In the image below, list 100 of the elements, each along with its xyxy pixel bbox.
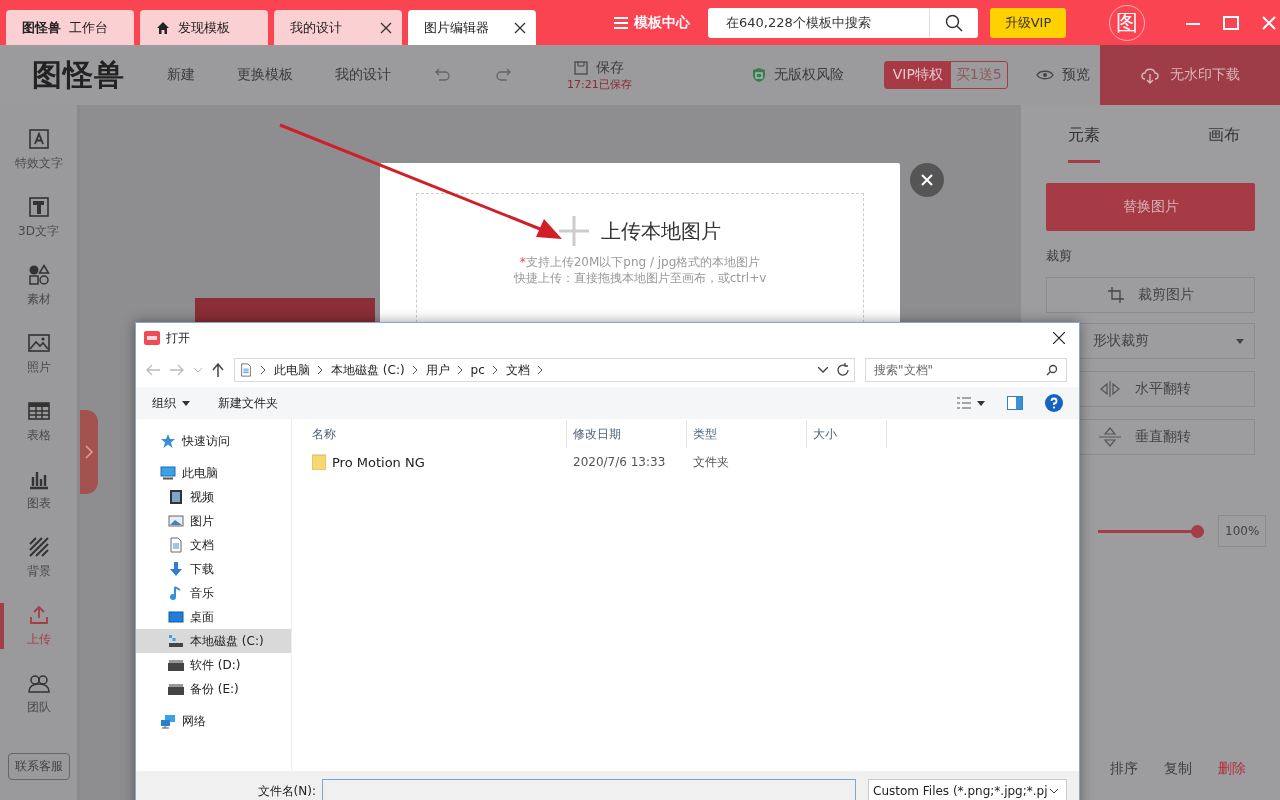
- chevron-down-icon[interactable]: [818, 367, 828, 373]
- folder-tree-item[interactable]: 本地磁盘 (C:): [136, 629, 291, 653]
- folder-tree-item[interactable]: 网络: [136, 709, 291, 733]
- dialog-title: 打开: [166, 329, 191, 347]
- filename-label: 文件名(N):: [256, 783, 317, 800]
- slider-thumb[interactable]: [1191, 524, 1204, 538]
- toolbar-link[interactable]: 我的设计: [335, 66, 391, 84]
- chevron-right-icon: [318, 366, 323, 374]
- close-button[interactable]: [910, 163, 944, 197]
- redo-icon[interactable]: [495, 66, 513, 84]
- folder-tree-item[interactable]: 视频: [136, 485, 291, 509]
- upload-title: 上传本地图片: [601, 217, 721, 245]
- view-options-icon[interactable]: [957, 396, 985, 410]
- up-arrow-icon[interactable]: [212, 363, 224, 377]
- flip-vertical-icon: [1099, 426, 1121, 448]
- close-icon[interactable]: [380, 21, 392, 34]
- column-header[interactable]: 类型: [687, 420, 807, 448]
- plus-icon: [559, 216, 589, 246]
- home-icon: [156, 20, 170, 35]
- caret-icon: [182, 400, 190, 406]
- video-icon: [168, 489, 184, 505]
- text-effect-icon: [26, 127, 51, 151]
- search-icon: [1046, 364, 1058, 376]
- eye-icon[interactable]: [1035, 69, 1054, 81]
- app-logo: 图怪兽: [32, 55, 125, 94]
- close-icon[interactable]: [514, 21, 526, 34]
- address-bar[interactable]: 此电脑 本地磁盘 (C:) 用户 pc 文档: [234, 358, 855, 382]
- customer-service-button[interactable]: 联系客服: [7, 753, 70, 780]
- panel-tab[interactable]: 元素: [1068, 125, 1100, 163]
- column-header[interactable]: 修改日期: [567, 420, 687, 448]
- column-header[interactable]: 名称: [292, 420, 567, 448]
- help-icon[interactable]: [1045, 394, 1063, 412]
- saved-time: 17:21已保存: [567, 76, 632, 92]
- back-arrow-icon[interactable]: [146, 364, 160, 376]
- folder-tree-item[interactable]: 快速访问: [136, 429, 291, 453]
- system-drive-icon: [168, 633, 184, 649]
- breadcrumb-item[interactable]: 文档: [505, 361, 530, 379]
- network-icon: [160, 713, 176, 729]
- breadcrumb-item[interactable]: 本地磁盘 (C:): [331, 361, 405, 379]
- upgrade-vip-button[interactable]: 升级VIP: [990, 7, 1066, 38]
- preview-button[interactable]: 预览: [1061, 66, 1090, 84]
- toolbar-link[interactable]: 新建: [167, 66, 195, 84]
- cloud-download-icon: [1140, 66, 1160, 84]
- copyright-label: 无版权风险: [773, 66, 844, 84]
- close-icon: [1053, 332, 1065, 344]
- opacity-value-field[interactable]: 100%: [1218, 515, 1267, 547]
- chevron-down-icon: [1049, 788, 1058, 794]
- action-link[interactable]: 复制: [1164, 760, 1192, 778]
- save-button[interactable]: 保存: [596, 58, 625, 77]
- maximize-icon[interactable]: [1223, 14, 1239, 31]
- forward-arrow-icon[interactable]: [170, 364, 184, 376]
- folder-tree-item[interactable]: 备份 (E:): [136, 677, 291, 701]
- document-icon: [239, 362, 253, 378]
- modified-date: 2020/7/6 13:33: [572, 454, 667, 471]
- browser-tab[interactable]: 图片编辑器: [408, 10, 536, 45]
- undo-icon[interactable]: [433, 66, 451, 84]
- toolbar-link[interactable]: 更换模板: [237, 66, 293, 84]
- folder-tree-item[interactable]: 文档: [136, 533, 291, 557]
- folder-tree-item[interactable]: 音乐: [136, 581, 291, 605]
- folder-tree-item[interactable]: 软件 (D:): [136, 653, 291, 677]
- action-link[interactable]: 排序: [1110, 760, 1138, 778]
- star-icon: [160, 433, 176, 449]
- new-folder-button[interactable]: 新建文件夹: [218, 394, 278, 412]
- download-button[interactable]: 无水印下载: [1100, 45, 1280, 105]
- breadcrumb-item[interactable]: 此电脑: [274, 361, 310, 379]
- chevron-right-icon: [412, 366, 418, 374]
- file-type: 文件夹: [692, 453, 730, 471]
- filename-field[interactable]: [322, 779, 856, 800]
- picture-icon: [168, 513, 184, 529]
- organize-menu[interactable]: 组织: [152, 394, 190, 412]
- document-icon: [168, 537, 184, 553]
- template-search-box[interactable]: 在640,228个模板中搜索: [708, 7, 978, 38]
- folder-search-box[interactable]: 搜索"文档": [865, 358, 1067, 382]
- vip-badge[interactable]: VIP特权: [884, 62, 951, 88]
- search-icon[interactable]: [945, 13, 963, 32]
- photo-icon: [26, 331, 51, 355]
- folder-tree-item[interactable]: 桌面: [136, 605, 291, 629]
- file-type-dropdown[interactable]: Custom Files (*.png;*.jpg;*.pj: [868, 779, 1067, 800]
- crop-image-button[interactable]: 裁剪图片: [1046, 277, 1255, 313]
- menu-icon: [614, 16, 628, 29]
- folder-tree-item[interactable]: 此电脑: [136, 461, 291, 485]
- panel-tab[interactable]: 画布: [1208, 125, 1240, 163]
- table-icon: [26, 399, 51, 423]
- column-header[interactable]: 大小: [807, 420, 887, 448]
- browser-tab[interactable]: 我的设计: [274, 10, 402, 45]
- breadcrumb-item[interactable]: pc: [470, 363, 485, 377]
- chevron-right-icon: [261, 366, 266, 374]
- app-icon: [144, 331, 160, 345]
- preview-pane-icon[interactable]: [1007, 396, 1023, 410]
- browser-tab[interactable]: 发现模板: [140, 10, 268, 45]
- close-icon: [921, 174, 933, 186]
- brand-name: 图怪兽: [22, 18, 61, 37]
- template-search-field[interactable]: 在640,228个模板中搜索: [708, 7, 929, 38]
- browser-tab[interactable]: 图怪兽 工作台: [6, 10, 134, 45]
- file-name: Pro Motion NG: [332, 454, 425, 470]
- shapes-icon: [26, 263, 51, 287]
- folder-tree-item[interactable]: 图片: [136, 509, 291, 533]
- refresh-icon[interactable]: [836, 363, 850, 377]
- folder-tree-item[interactable]: 下载: [136, 557, 291, 581]
- breadcrumb-item[interactable]: 用户: [425, 361, 450, 379]
